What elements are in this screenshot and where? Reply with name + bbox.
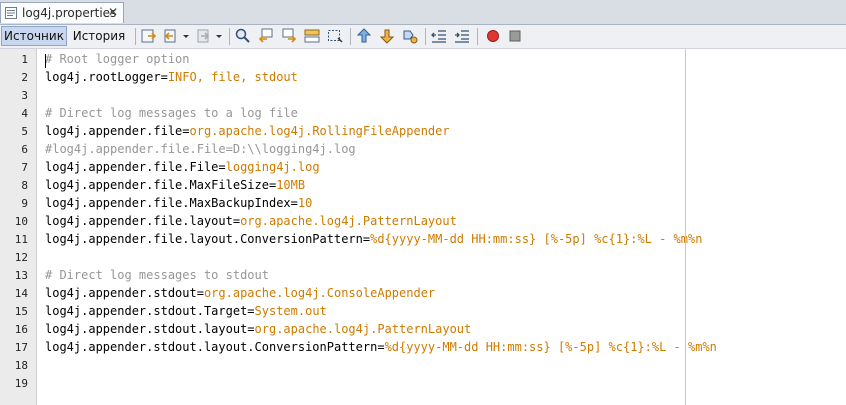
- property-value: org.apache.log4j.PatternLayout: [240, 214, 457, 228]
- toolbar-separator: [477, 28, 478, 45]
- line-number: 3: [21, 89, 28, 102]
- code-line: log4j.appender.file.MaxBackupIndex=10: [45, 196, 312, 210]
- property-value: 10: [297, 196, 313, 210]
- code-line: # Direct log messages to a log file: [45, 106, 298, 120]
- toolbar-separator: [135, 28, 136, 45]
- find-next-icon[interactable]: [280, 27, 298, 45]
- toolbar-separator: [229, 28, 230, 45]
- code-line: log4j.rootLogger=INFO, file, stdout: [45, 70, 298, 84]
- property-key: log4j.appender.stdout=: [45, 286, 204, 300]
- line-number: 11: [14, 233, 28, 246]
- code-line: log4j.appender.file.layout.ConversionPat…: [45, 232, 702, 246]
- line-number: 13: [14, 269, 28, 282]
- property-value: org.apache.log4j.RollingFileAppender: [189, 124, 450, 138]
- code-line: #log4j.appender.file.File=D:\\logging4j.…: [45, 142, 356, 156]
- toolbar-separator: [350, 28, 351, 45]
- line-number: 16: [14, 323, 28, 336]
- code-line: log4j.appender.stdout.layout.ConversionP…: [45, 340, 717, 354]
- toggle-bookmark-icon[interactable]: [401, 27, 419, 45]
- back-icon[interactable]: [162, 27, 180, 45]
- line-number: 19: [14, 377, 28, 390]
- comment-text: #log4j.appender.file.File=D:\\logging4j.…: [45, 142, 356, 156]
- property-key: log4j.appender.stdout.layout.ConversionP…: [45, 340, 385, 354]
- editor-toolbar: Источник История: [0, 25, 846, 49]
- line-number: 9: [21, 197, 28, 210]
- property-key: log4j.appender.file.MaxFileSize=: [45, 178, 277, 192]
- shift-left-icon[interactable]: [430, 27, 448, 45]
- line-number: 7: [21, 161, 28, 174]
- property-key: log4j.appender.stdout.Target=: [45, 304, 255, 318]
- code-line: log4j.appender.file=org.apache.log4j.Rol…: [45, 124, 450, 138]
- line-number: 14: [14, 287, 28, 300]
- code-line: log4j.appender.file.File=logging4j.log: [45, 160, 320, 174]
- chevron-down-icon[interactable]: [214, 27, 224, 45]
- text-caret: [45, 54, 46, 68]
- code-line: # Root logger option: [45, 52, 190, 66]
- property-value: org.apache.log4j.PatternLayout: [254, 322, 472, 336]
- property-value: %d{yyyy-MM-dd HH:mm:ss} [%-5p] %c{1}:%L …: [384, 340, 717, 354]
- comment-text: # Root logger option: [45, 52, 190, 66]
- property-value: org.apache.log4j.ConsoleAppender: [203, 286, 436, 300]
- property-key: log4j.appender.file.layout.ConversionPat…: [45, 232, 371, 246]
- find-previous-icon[interactable]: [257, 27, 275, 45]
- start-macro-recording-icon[interactable]: [484, 27, 502, 45]
- property-value: %d{yyyy-MM-dd HH:mm:ss} [%-5p] %c{1}:%L …: [370, 232, 703, 246]
- comment-text: # Direct log messages to a log file: [45, 106, 298, 120]
- line-number: 12: [14, 251, 28, 264]
- tab-title: log4j.properties: [22, 6, 117, 20]
- property-value: 10MB: [276, 178, 306, 192]
- property-key: log4j.appender.file.File=: [45, 160, 226, 174]
- property-value: INFO, file, stdout: [167, 70, 298, 84]
- line-number: 18: [14, 359, 28, 372]
- tab-log4j-properties[interactable]: log4j.properties ✕: [0, 2, 124, 23]
- forward-icon[interactable]: [195, 27, 213, 45]
- code-line: log4j.appender.stdout.layout=org.apache.…: [45, 322, 471, 336]
- property-key: log4j.appender.file=: [45, 124, 190, 138]
- find-icon[interactable]: [234, 27, 252, 45]
- line-number: 6: [21, 143, 28, 156]
- editor-tab-bar: log4j.properties ✕: [0, 0, 846, 25]
- code-line: log4j.appender.stdout.Target=System.out: [45, 304, 327, 318]
- comment-text: # Direct log messages to stdout: [45, 268, 269, 282]
- property-key: log4j.appender.stdout.layout=: [45, 322, 255, 336]
- next-bookmark-icon[interactable]: [378, 27, 396, 45]
- property-value: System.out: [254, 304, 327, 318]
- line-number: 15: [14, 305, 28, 318]
- property-value: logging4j.log: [225, 160, 320, 174]
- line-number-gutter: 1 2 3 4 5 6 7 8 9 10 11 12 13 14 15 16 17 18 19: [0, 49, 37, 405]
- code-line: log4j.appender.file.MaxFileSize=10MB: [45, 178, 305, 192]
- close-tab-icon[interactable]: ✕: [108, 5, 118, 19]
- line-number: 5: [21, 125, 28, 138]
- line-number: 8: [21, 179, 28, 192]
- select-rectangle-icon[interactable]: [326, 27, 344, 45]
- code-editor[interactable]: 1 2 3 4 5 6 7 8 9 10 11 12 13 14 15 16 17 18 19 # Root log…: [0, 49, 846, 405]
- code-line: # Direct log messages to stdout: [45, 268, 269, 282]
- stop-macro-recording-icon[interactable]: [506, 27, 524, 45]
- property-key: log4j.rootLogger=: [45, 70, 168, 84]
- history-view-button[interactable]: История: [68, 26, 130, 46]
- line-number: 2: [21, 71, 28, 84]
- toolbar-separator: [425, 28, 426, 45]
- right-margin-guide: [685, 49, 686, 405]
- line-number: 1: [21, 53, 28, 66]
- line-number: 10: [14, 215, 28, 228]
- property-key: log4j.appender.file.layout=: [45, 214, 241, 228]
- last-edit-icon[interactable]: [140, 27, 158, 45]
- shift-right-icon[interactable]: [453, 27, 471, 45]
- code-line: log4j.appender.file.layout=org.apache.lo…: [45, 214, 457, 228]
- property-key: log4j.appender.file.MaxBackupIndex=: [45, 196, 298, 210]
- line-number: 17: [14, 341, 28, 354]
- previous-bookmark-icon[interactable]: [355, 27, 373, 45]
- chevron-down-icon[interactable]: [181, 27, 191, 45]
- properties-file-icon: [5, 7, 17, 19]
- source-view-button[interactable]: Источник: [1, 26, 67, 46]
- toggle-highlight-icon[interactable]: [303, 27, 321, 45]
- line-number: 4: [21, 107, 28, 120]
- code-line: log4j.appender.stdout=org.apache.log4j.C…: [45, 286, 435, 300]
